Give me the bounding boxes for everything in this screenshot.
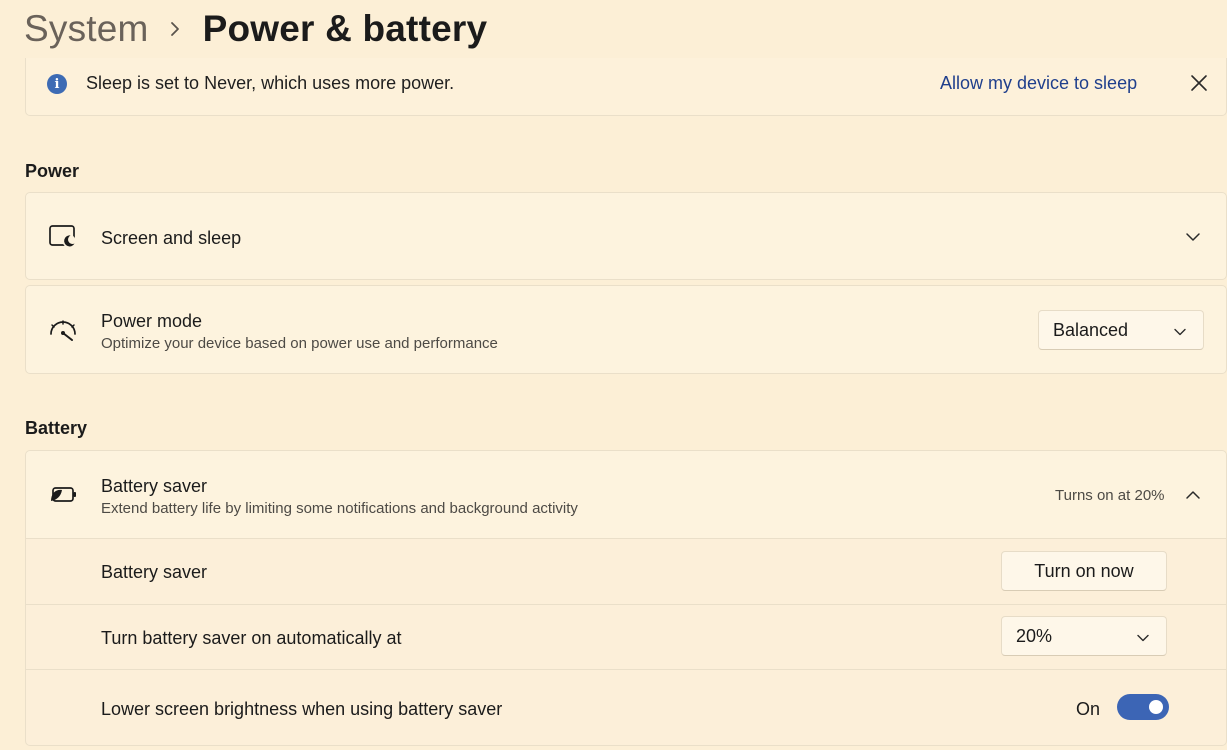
power-heading: Power [25,161,80,181]
battery-heading: Battery [25,418,88,438]
page-title: Power & battery [202,8,488,49]
allow-sleep-link[interactable]: Allow my device to sleep [940,73,1137,94]
sleep-info-bar: i Sleep is set to Never, which uses more… [25,58,1227,116]
turn-on-now-button[interactable]: Turn on now [1001,551,1167,591]
auto-battery-saver-label: Turn battery saver on automatically at [101,628,402,648]
power-mode-value: Balanced [1053,319,1129,340]
info-icon: i [47,74,67,94]
power-mode-subtitle: Optimize your device based on power use … [101,335,498,352]
breadcrumb-system[interactable]: System [24,8,149,50]
screen-and-sleep-card[interactable]: Screen and sleep [25,192,1227,280]
chevron-down-icon [1173,323,1187,337]
battery-saver-title: Battery saver [101,476,208,496]
lower-brightness-toggle[interactable] [1117,694,1169,720]
breadcrumb: System Power & battery [24,4,487,54]
battery-saver-subtitle: Extend battery life by limiting some not… [101,500,578,517]
battery-leaf-icon [48,481,78,511]
battery-saver-card[interactable]: Battery saver Extend battery life by lim… [25,450,1227,539]
screen-sleep-icon [48,223,78,253]
auto-threshold-dropdown[interactable]: 20% [1001,616,1167,656]
lower-brightness-row: Lower screen brightness when using batte… [25,670,1227,746]
chevron-right-icon [169,20,181,38]
power-mode-card: Power mode Optimize your device based on… [25,285,1227,374]
chevron-up-icon[interactable] [1184,486,1202,504]
lower-brightness-state: On [1076,699,1101,719]
gauge-icon [48,316,78,346]
chevron-down-icon[interactable] [1184,228,1202,246]
power-mode-dropdown[interactable]: Balanced [1038,310,1204,350]
lower-brightness-label: Lower screen brightness when using batte… [101,699,503,719]
screen-and-sleep-title: Screen and sleep [101,228,242,248]
battery-saver-status: Turns on at 20% [1055,487,1165,504]
info-message: Sleep is set to Never, which uses more p… [86,73,455,93]
close-icon[interactable] [1188,72,1210,94]
settings-page: System Power & battery i Sleep is set to… [0,0,1227,750]
auto-battery-saver-row: Turn battery saver on automatically at 2… [25,605,1227,670]
chevron-down-icon [1136,629,1150,643]
battery-saver-row-label: Battery saver [101,562,208,582]
auto-threshold-value: 20% [1016,625,1053,646]
battery-saver-row: Battery saver Turn on now [25,539,1227,605]
power-mode-title: Power mode [101,311,203,331]
toggle-knob [1149,700,1163,714]
